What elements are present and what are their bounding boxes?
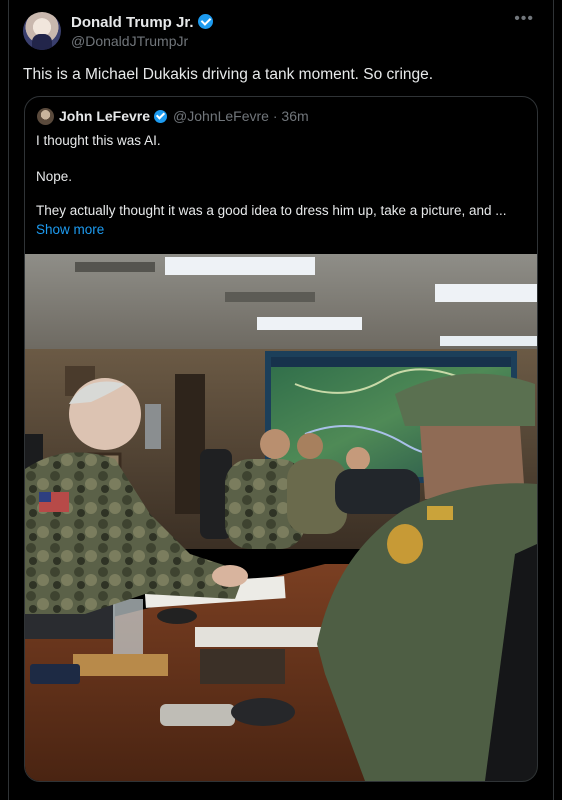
quoted-text-line-3: They actually thought it was a good idea… [36,203,507,218]
remote [160,704,235,726]
quoted-author-row[interactable]: John LeFevre @JohnLeFevre · 36m [59,108,309,124]
quoted-tweet[interactable]: John LeFevre @JohnLeFevre · 36m I thought… [24,96,538,782]
person-hand [212,565,248,587]
wooden-base [73,654,168,676]
author-avatar[interactable] [23,12,61,50]
tweet-card: Donald Trump Jr. @DonaldJTrumpJr ••• Thi… [0,0,562,800]
ceiling-light [165,257,315,275]
author-name[interactable]: Donald Trump Jr. [71,14,194,31]
tweet-text: This is a Michael Dukakis driving a tank… [23,66,434,83]
quoted-author-avatar[interactable] [37,108,54,125]
quoted-text-line-2: Nope. [36,169,73,184]
computer-mouse [157,608,197,624]
device [30,664,80,684]
ceiling-vent [225,292,315,302]
keypad [200,649,285,684]
quoted-handle-time: @JohnLeFevre · 36m [173,108,309,124]
ceiling-light [257,317,362,330]
ceiling-light [435,284,537,302]
more-options-icon[interactable]: ••• [514,10,534,28]
computer-mouse [231,698,295,726]
collar-insignia [427,506,453,520]
ceiling-light [440,336,537,346]
water-bottle [113,599,143,654]
person-head [346,447,370,471]
shoulder-patch [387,524,423,564]
right-divider [553,0,554,800]
author-name-row[interactable]: Donald Trump Jr. [71,14,213,31]
quoted-author-name[interactable]: John LeFevre [59,108,150,124]
person-head [297,433,323,459]
ceiling-vent [75,262,155,272]
left-divider [8,0,9,800]
flag-patch [39,492,51,502]
person-uniform [335,469,420,514]
attached-photo[interactable] [25,254,537,781]
author-handle[interactable]: @DonaldJTrumpJr [71,33,188,49]
verified-badge-icon [197,14,213,29]
paper [195,627,325,647]
quoted-text-line-1: I thought this was AI. [36,133,161,148]
map-header-bar [271,357,511,367]
show-more-link[interactable]: Show more [36,222,104,237]
wall-panel [145,404,161,449]
person-head [260,429,290,459]
verified-badge-icon [154,110,168,123]
